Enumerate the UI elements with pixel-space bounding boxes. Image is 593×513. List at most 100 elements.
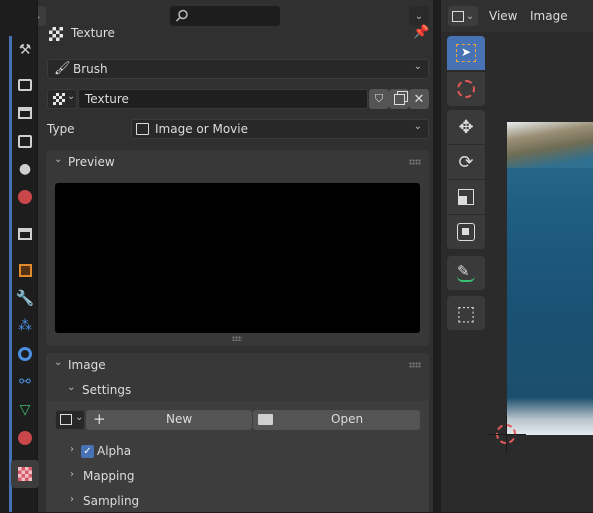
type-dropdown[interactable]: Image or Movie ⌄ [131, 119, 429, 139]
physics-icon [18, 347, 32, 361]
menu-image[interactable]: Image [530, 9, 568, 23]
tab-data[interactable]: ▽ [15, 400, 35, 420]
brush-dropdown[interactable]: 🖌 Brush ⌄ [47, 59, 429, 79]
texture-preview [55, 183, 420, 333]
cursor-crosshair [488, 434, 526, 435]
new-image-button[interactable]: + New [86, 410, 252, 430]
tab-physics[interactable] [15, 344, 35, 364]
cursor-crosshair [506, 416, 507, 454]
object-icon [18, 263, 32, 277]
scale-tool[interactable] [447, 180, 485, 214]
pin-icon[interactable]: 📌 [413, 25, 429, 40]
image-panel-header[interactable]: ⌄ Image [46, 353, 429, 377]
area-divider[interactable] [433, 0, 441, 512]
fake-user-icon: ⛉ [374, 92, 384, 105]
chevron-down-icon: ⌄ [75, 412, 84, 423]
mesh-data-icon: ▽ [19, 402, 31, 418]
chevron-down-icon: ⌄ [414, 10, 424, 22]
sampling-subpanel-header[interactable]: › Sampling [46, 491, 429, 513]
image-icon [60, 414, 72, 425]
texture-icon [53, 93, 65, 105]
sampling-label: Sampling [83, 494, 140, 508]
type-value: Image or Movie [155, 122, 248, 136]
cursor-tool[interactable] [447, 72, 485, 106]
settings-subpanel-header[interactable]: ⌄ Settings [46, 379, 429, 401]
texture-name-field[interactable]: Texture [78, 89, 368, 109]
tool-icon: ⚒ [18, 42, 32, 58]
tab-texture[interactable] [11, 460, 39, 488]
chevron-down-icon: ⌄ [465, 10, 475, 22]
preview-title: Preview [68, 155, 115, 169]
image-editor-type-menu[interactable]: ⌄ [448, 6, 478, 26]
chevron-right-icon: › [70, 469, 74, 480]
duplicate-icon [393, 93, 405, 105]
plus-icon: + [93, 410, 106, 428]
tab-render[interactable] [15, 75, 35, 95]
open-image-button[interactable]: Open [253, 410, 420, 430]
tab-particles[interactable]: ⁂ [15, 316, 35, 336]
rotate-tool[interactable]: ⟳ [447, 145, 485, 179]
annotate-icon: ✎ [455, 262, 477, 284]
drag-handle-icon[interactable] [409, 362, 421, 368]
unlink-icon: ✕ [413, 91, 425, 107]
chevron-right-icon: › [70, 444, 74, 455]
move-tool[interactable]: ✥ [447, 110, 485, 144]
alpha-row[interactable]: › ✓ Alpha [46, 441, 429, 463]
view-layer-icon [18, 134, 32, 148]
resize-handle-icon[interactable] [232, 336, 242, 341]
alpha-checkbox[interactable]: ✓ [81, 445, 94, 458]
fake-user-button[interactable]: ⛉ [369, 89, 389, 109]
tab-modifiers[interactable]: 🔧 [15, 288, 35, 308]
tab-output[interactable] [15, 103, 35, 123]
tab-accent-bar [9, 36, 12, 512]
toolbar-group-annotate: ✎ [447, 256, 485, 290]
tab-object[interactable] [15, 260, 35, 280]
image-panel: ⌄ Image ⌄ Settings ⌄ + New Open › ✓ Alph… [46, 353, 429, 512]
select-box-tool[interactable]: ➤ [447, 36, 485, 70]
unlink-button[interactable]: ✕ [409, 89, 429, 109]
properties-tabs: ⚒ ● 🔧 ⁂ ⚯ ▽ [8, 0, 39, 512]
rotate-icon: ⟳ [458, 151, 474, 173]
type-label: Type [47, 122, 75, 136]
texture-browse[interactable]: ⌄ [47, 89, 77, 109]
tab-collection[interactable] [15, 224, 35, 244]
render-icon [18, 79, 32, 91]
preview-panel-header[interactable]: ⌄ Preview [46, 150, 429, 174]
image-canvas[interactable] [507, 122, 593, 435]
tab-world[interactable] [15, 187, 35, 207]
tab-tool[interactable]: ⚒ [15, 40, 35, 60]
tab-view-layer[interactable] [15, 131, 35, 151]
wrench-icon: 🔧 [15, 289, 35, 307]
image-icon [136, 123, 149, 135]
sample-tool[interactable]: ⬚ [447, 296, 485, 330]
particles-icon: ⁂ [18, 318, 32, 334]
transform-tool[interactable] [447, 215, 485, 249]
scale-icon [458, 189, 474, 205]
scene-icon: ● [18, 161, 32, 177]
move-icon: ✥ [458, 116, 474, 138]
collection-icon [18, 228, 32, 240]
options-dropdown[interactable]: ⌄ [409, 6, 429, 26]
chevron-down-icon: ⌄ [413, 61, 422, 72]
duplicate-button[interactable] [389, 89, 409, 109]
mapping-subpanel-header[interactable]: › Mapping [46, 466, 429, 488]
new-label: New [166, 412, 193, 426]
toolbar-group-sample: ⬚ [447, 296, 485, 330]
chevron-down-icon: ⌄ [413, 121, 422, 132]
annotate-tool[interactable]: ✎ [447, 256, 485, 290]
search-field[interactable] [170, 6, 280, 26]
toolbar-group-select: ➤ [447, 36, 485, 106]
image-browse[interactable]: ⌄ [55, 410, 85, 430]
chevron-down-icon: ⌄ [54, 357, 63, 368]
mapping-label: Mapping [83, 469, 135, 483]
tab-scene[interactable]: ● [15, 159, 35, 179]
land-mass [507, 122, 593, 168]
transform-icon [457, 223, 475, 241]
chevron-down-icon: ⌄ [67, 91, 76, 102]
brush-icon: 🖌 [54, 61, 71, 76]
folder-icon [258, 414, 273, 425]
drag-handle-icon[interactable] [409, 159, 421, 165]
tab-constraints[interactable]: ⚯ [15, 372, 35, 392]
tab-material[interactable] [15, 428, 35, 448]
menu-view[interactable]: View [489, 9, 517, 23]
